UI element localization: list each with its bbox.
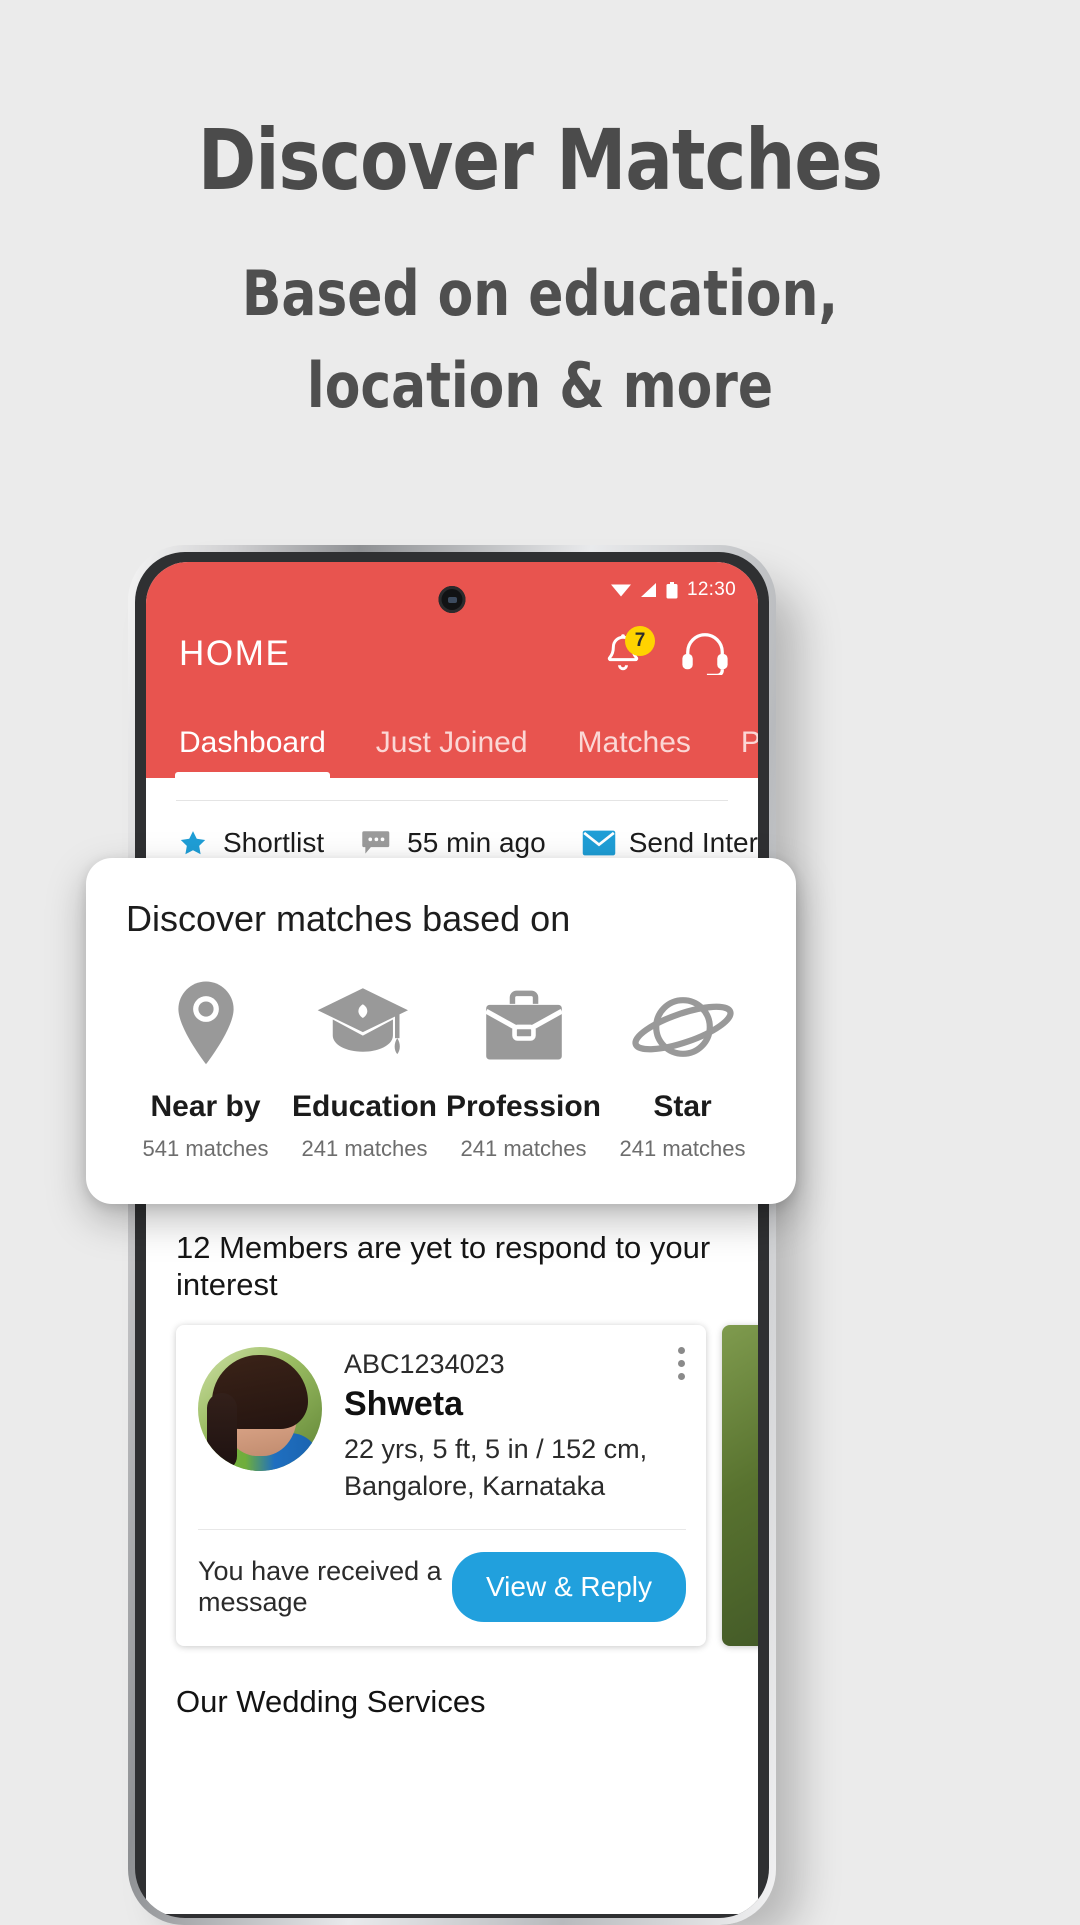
signal-icon — [640, 583, 657, 597]
profile-details-line2: Bangalore, Karnataka — [344, 1471, 606, 1502]
overlay-item-near-by[interactable]: Near by 541 matches — [126, 974, 285, 1162]
profile-card-next[interactable] — [722, 1325, 758, 1646]
overlay-count-profession: 241 matches — [460, 1136, 587, 1161]
promo-subtitle: Based on education, location & more — [38, 248, 1042, 432]
overlay-title: Discover matches based on — [126, 898, 571, 939]
profile-details-line1: 22 yrs, 5 ft, 5 in / 152 cm, — [344, 1434, 648, 1465]
shortlist-label: Shortlist — [223, 827, 325, 858]
profile-carousel[interactable]: ABC1234023 Shweta 22 yrs, 5 ft, 5 in / 1… — [146, 1303, 758, 1646]
promo-subtitle-line1: Based on education, — [241, 257, 839, 330]
overlay-count-star: 241 matches — [619, 1136, 746, 1161]
profile-message: You have received a message — [198, 1555, 442, 1617]
tab-just-joined[interactable]: Just Joined — [376, 726, 528, 778]
overlay-items: Near by 541 matches Education 241 matche… — [126, 974, 762, 1162]
notifications-button[interactable]: 7 — [602, 626, 655, 679]
shortlist-action[interactable]: Shortlist — [176, 827, 324, 859]
respond-heading: 12 Members are yet to respond to your in… — [176, 1230, 711, 1303]
wedding-services-heading: Our Wedding Services — [176, 1683, 486, 1719]
send-interest-label: Send Interest — [628, 827, 758, 858]
phone-frame: 12:30 HOME 7 Dashboard Just Joined Match… — [128, 545, 776, 1925]
profile-top: ABC1234023 Shweta 22 yrs, 5 ft, 5 in / 1… — [198, 1347, 686, 1504]
location-pin-icon — [126, 974, 285, 1070]
overlay-label-star: Star — [653, 1090, 712, 1123]
promo-subtitle-line2: location & more — [306, 348, 774, 422]
last-seen-action: 55 min ago — [360, 827, 546, 859]
tab-premium[interactable]: Premiu — [741, 726, 758, 778]
star-icon — [176, 828, 210, 858]
tab-dashboard[interactable]: Dashboard — [175, 726, 330, 778]
overlay-item-star[interactable]: Star 241 matches — [603, 974, 762, 1162]
tab-matches[interactable]: Matches — [578, 726, 691, 778]
notification-badge: 7 — [625, 626, 655, 656]
chat-icon — [360, 828, 394, 858]
phone-screen: 12:30 HOME 7 Dashboard Just Joined Match… — [146, 562, 758, 1914]
avatar — [198, 1347, 322, 1472]
page-title: Discover Matches — [197, 111, 883, 209]
overlay-item-education[interactable]: Education 241 matches — [285, 974, 444, 1162]
profile-card-footer: You have received a message View & Reply — [198, 1530, 686, 1646]
view-and-reply-button[interactable]: View & Reply — [451, 1551, 686, 1622]
planet-star-icon — [603, 974, 762, 1070]
overlay-count-near-by: 541 matches — [142, 1136, 269, 1161]
wifi-icon — [610, 583, 631, 597]
battery-icon — [666, 581, 678, 599]
graduation-cap-icon — [285, 974, 444, 1070]
support-button[interactable] — [680, 629, 730, 680]
profile-info: ABC1234023 Shweta 22 yrs, 5 ft, 5 in / 1… — [344, 1347, 686, 1504]
profile-photo-next — [722, 1325, 758, 1646]
header-actions: 7 — [602, 626, 730, 680]
overlay-label-education: Education — [291, 1090, 437, 1123]
overlay-count-education: 241 matches — [301, 1136, 428, 1161]
bell-icon — [602, 634, 644, 679]
profile-id: ABC1234023 — [344, 1349, 505, 1380]
promo-header: Discover Matches Based on education, loc… — [0, 0, 1080, 432]
tab-bar[interactable]: Dashboard Just Joined Matches Premiu — [146, 700, 758, 778]
overlay-item-profession[interactable]: Profession 241 matches — [444, 974, 603, 1162]
phone-mockup: 12:30 HOME 7 Dashboard Just Joined Match… — [128, 545, 776, 1925]
app-screen-title: HOME — [179, 634, 291, 673]
send-interest-action[interactable]: Send Interest — [582, 827, 758, 859]
discover-matches-overlay: Discover matches based on Near by 541 ma… — [86, 858, 796, 1204]
profile-card[interactable]: ABC1234023 Shweta 22 yrs, 5 ft, 5 in / 1… — [176, 1325, 706, 1646]
kebab-menu-icon[interactable] — [678, 1347, 686, 1386]
overlay-label-near-by: Near by — [150, 1090, 261, 1123]
app-title-row: HOME 7 — [146, 608, 758, 700]
envelope-icon — [582, 828, 616, 858]
profile-name: Shweta — [344, 1385, 464, 1424]
overlay-label-profession: Profession — [445, 1090, 602, 1123]
status-time: 12:30 — [686, 579, 736, 600]
briefcase-icon — [444, 974, 603, 1070]
headset-icon — [680, 632, 730, 679]
last-seen-label: 55 min ago — [407, 827, 546, 858]
phone-body: 12:30 HOME 7 Dashboard Just Joined Match… — [135, 552, 769, 1918]
front-camera-icon — [438, 586, 466, 613]
